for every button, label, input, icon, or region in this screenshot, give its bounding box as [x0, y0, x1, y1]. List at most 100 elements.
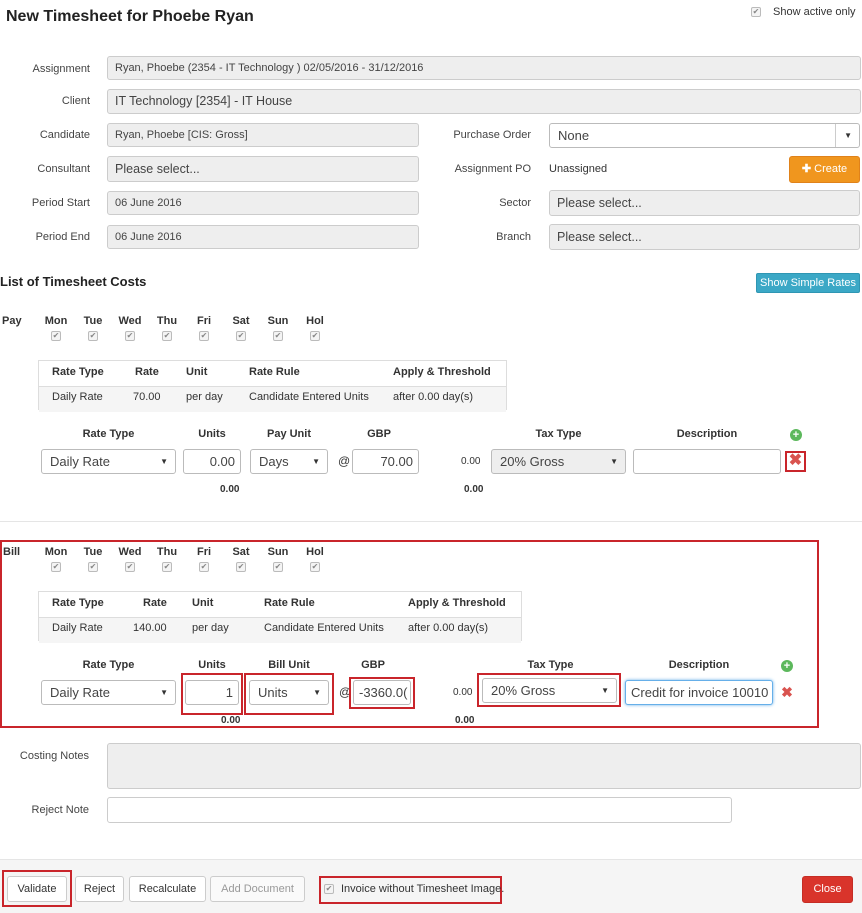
branch-select[interactable]: Please select...	[549, 224, 860, 250]
validate-button[interactable]: Validate	[7, 876, 67, 902]
day-header: Thu	[156, 315, 178, 327]
bill-units-input[interactable]: 1	[185, 680, 239, 705]
day-checkbox[interactable]: ✔	[51, 331, 61, 341]
pay-tax-total: 0.00	[464, 484, 484, 495]
bill-rate-cell: after 0.00 day(s)	[408, 622, 489, 634]
recalculate-button[interactable]: Recalculate	[129, 876, 206, 902]
day-header: Mon	[44, 546, 68, 558]
bill-col-currency: GBP	[361, 659, 385, 671]
bill-tax-type-select[interactable]: 20% Gross ▼	[482, 678, 617, 703]
day-checkbox[interactable]: ✔	[273, 562, 283, 572]
page-title: New Timesheet for Phoebe Ryan	[6, 8, 254, 25]
bill-rate-header: Apply & Threshold	[408, 597, 506, 609]
bill-unit-value: Units	[258, 685, 288, 700]
create-button[interactable]: ✚ Create	[789, 156, 860, 183]
consultant-select[interactable]: Please select...	[107, 156, 419, 182]
pay-col-units: Units	[198, 428, 226, 440]
day-header: Thu	[156, 546, 178, 558]
show-active-only-checkbox[interactable]: ✔	[751, 7, 761, 17]
day-header: Sat	[232, 315, 250, 327]
caret-down-icon: ▼	[844, 131, 852, 140]
day-checkbox[interactable]: ✔	[310, 562, 320, 572]
day-checkbox[interactable]: ✔	[162, 562, 172, 572]
bill-amount-input[interactable]: -3360.0(	[353, 680, 411, 705]
day-header: Mon	[44, 315, 68, 327]
day-checkbox[interactable]: ✔	[88, 562, 98, 572]
show-active-only-label: Show active only	[773, 6, 856, 18]
day-checkbox[interactable]: ✔	[125, 331, 135, 341]
bill-rate-header: Unit	[192, 597, 214, 609]
day-checkbox[interactable]: ✔	[310, 331, 320, 341]
costing-notes-textarea[interactable]	[107, 743, 861, 789]
day-checkbox[interactable]: ✔	[236, 331, 246, 341]
day-checkbox[interactable]: ✔	[273, 331, 283, 341]
candidate-field: Ryan, Phoebe [CIS: Gross]	[107, 123, 419, 147]
day-checkbox[interactable]: ✔	[51, 562, 61, 572]
client-field: IT Technology [2354] - IT House	[107, 89, 861, 114]
pay-unit-select[interactable]: Days ▼	[250, 449, 328, 474]
pay-amount-input[interactable]: 70.00	[352, 449, 419, 474]
pay-rate-cell: Daily Rate	[52, 391, 103, 403]
bill-rate-header: Rate Type	[52, 597, 104, 609]
pay-tax-type-select[interactable]: 20% Gross ▼	[491, 449, 626, 474]
period-start-label: Period Start	[31, 197, 90, 209]
day-checkbox[interactable]: ✔	[199, 331, 209, 341]
day-header: Fri	[196, 315, 212, 327]
bill-rate-type-select[interactable]: Daily Rate ▼	[41, 680, 176, 705]
bill-rate-header: Rate Rule	[264, 597, 315, 609]
bill-rate-cell: Daily Rate	[52, 622, 103, 634]
pay-col-description: Description	[676, 428, 738, 440]
sector-label: Sector	[499, 197, 531, 209]
remove-bill-line-button[interactable]: ✖	[780, 684, 794, 700]
pay-description-input[interactable]	[633, 449, 781, 474]
day-header: Sun	[267, 315, 289, 327]
day-checkbox[interactable]: ✔	[162, 331, 172, 341]
caret-down-icon: ▼	[312, 457, 320, 466]
bill-rate-type-value: Daily Rate	[50, 685, 110, 700]
bill-description-input[interactable]: Credit for invoice 10010	[625, 680, 773, 705]
day-header: Fri	[196, 546, 212, 558]
period-start-field[interactable]: 06 June 2016	[107, 191, 419, 215]
bill-rate-cell: per day	[192, 622, 229, 634]
bill-units-total: 0.00	[221, 715, 241, 726]
assignment-label: Assignment	[32, 63, 90, 75]
pay-rate-cell: Candidate Entered Units	[249, 391, 369, 403]
day-header: Hol	[306, 315, 324, 327]
client-label: Client	[61, 95, 90, 107]
costs-title: List of Timesheet Costs	[0, 274, 147, 289]
reject-note-input[interactable]	[107, 797, 732, 823]
add-bill-line-icon[interactable]: +	[781, 660, 793, 672]
purchase-order-label: Purchase Order	[453, 129, 531, 141]
pay-units-input[interactable]: 0.00	[183, 449, 241, 474]
bill-unit-select[interactable]: Units ▼	[249, 680, 329, 705]
day-checkbox[interactable]: ✔	[125, 562, 135, 572]
pay-tax-amount: 0.00	[461, 456, 481, 467]
candidate-label: Candidate	[39, 129, 90, 141]
bill-rate-cell: Candidate Entered Units	[264, 622, 384, 634]
costing-notes-label: Costing Notes	[19, 750, 89, 762]
day-checkbox[interactable]: ✔	[88, 331, 98, 341]
assignment-po-label: Assignment PO	[454, 163, 531, 175]
remove-pay-line-button[interactable]: ✖	[785, 451, 806, 472]
day-checkbox[interactable]: ✔	[199, 562, 209, 572]
day-header: Sun	[267, 546, 289, 558]
period-end-field[interactable]: 06 June 2016	[107, 225, 419, 249]
day-checkbox[interactable]: ✔	[236, 562, 246, 572]
purchase-order-select[interactable]: None ▼	[549, 123, 860, 148]
close-button[interactable]: Close	[802, 876, 853, 903]
invoice-without-checkbox[interactable]: ✔	[324, 884, 334, 894]
caret-down-icon: ▼	[313, 688, 321, 697]
plus-icon: ✚	[801, 163, 812, 175]
reject-button[interactable]: Reject	[75, 876, 124, 902]
add-pay-line-icon[interactable]: +	[790, 429, 802, 441]
bill-col-unit: Bill Unit	[268, 659, 310, 671]
pay-rate-type-select[interactable]: Daily Rate ▼	[41, 449, 176, 474]
branch-label: Branch	[496, 231, 531, 243]
add-document-button[interactable]: Add Document	[210, 876, 305, 902]
day-header: Hol	[306, 546, 324, 558]
pay-col-currency: GBP	[367, 428, 391, 440]
bill-col-tax-type: Tax Type	[527, 659, 574, 671]
sector-select[interactable]: Please select...	[549, 190, 860, 216]
pay-rate-header: Rate	[135, 366, 159, 378]
show-simple-rates-button[interactable]: Show Simple Rates	[756, 273, 860, 293]
